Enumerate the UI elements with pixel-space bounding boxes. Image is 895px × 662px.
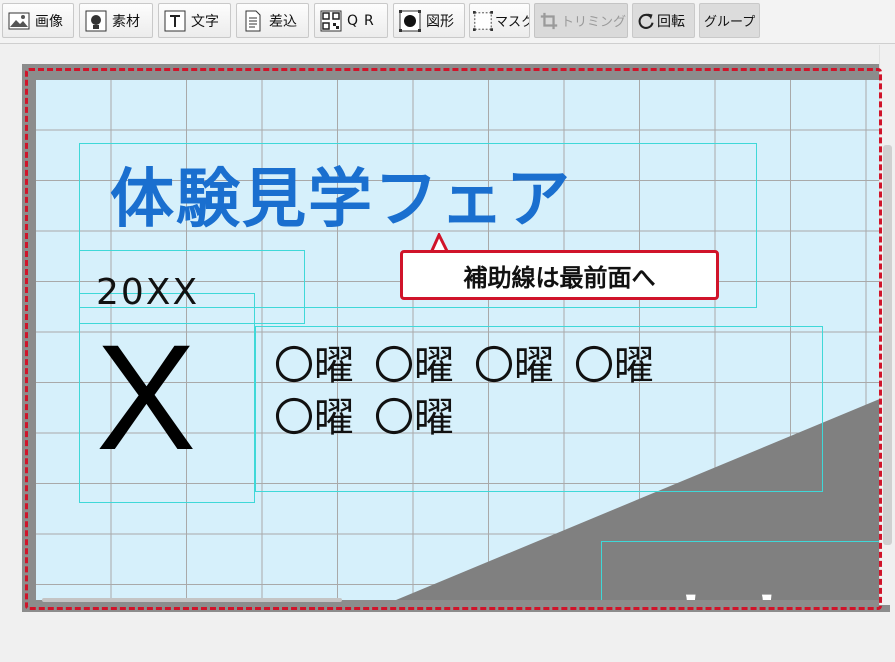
merge-button[interactable]: 差込 [236,3,309,38]
editor-area: 体験見学フェア 20XX X 〇曜〇曜〇曜〇曜 〇曜〇曜 ナナ [0,45,895,662]
vertical-scroll-thumb[interactable] [883,145,892,545]
toolbar: 画像 素材 文字 差込 QR 図形 マス トリミング 回転 グループ [0,0,895,44]
left-margin [0,90,22,662]
event-title[interactable]: 体験見学フェア [110,148,572,240]
image-icon [8,12,30,29]
qr-icon [320,10,342,31]
material-button[interactable]: 素材 [79,3,153,38]
merge-icon [245,10,261,31]
material-icon [85,10,107,31]
text-button-label: 文字 [191,13,219,30]
horizontal-scroll-thumb[interactable] [42,598,342,602]
qr-button[interactable]: QR [314,3,388,38]
group-button[interactable]: グループ [699,3,760,38]
callout-text: 補助線は最前面へ [463,263,656,292]
shape-button-label: 図形 [426,13,454,30]
day-item: 〇曜 [274,395,354,441]
text-button[interactable]: 文字 [158,3,231,38]
design-canvas[interactable]: 体験見学フェア 20XX X 〇曜〇曜〇曜〇曜 〇曜〇曜 ナナ [36,80,882,600]
days-line-2: 〇曜 〇曜 [274,392,674,444]
merge-button-label: 差込 [269,13,297,30]
trimming-button[interactable]: トリミング [534,3,628,38]
days-text[interactable]: 〇曜 〇曜 〇曜 〇曜 〇曜 〇曜 [274,340,674,444]
image-button-label: 画像 [35,13,63,30]
shape-icon [399,9,421,32]
image-button[interactable]: 画像 [2,3,74,38]
days-line-1: 〇曜 〇曜 〇曜 〇曜 [274,340,674,392]
crop-icon [540,12,558,29]
text-icon [164,10,186,31]
mask-button-label: マスク [495,15,529,30]
qr-button-label: QR [347,12,380,29]
day-item: 〇曜 [374,395,454,441]
day-item: 〇曜 [374,343,454,389]
canvas-stage: 体験見学フェア 20XX X 〇曜〇曜〇曜〇曜 〇曜〇曜 ナナ [22,64,890,612]
horizontal-scrollbar[interactable] [22,596,862,604]
day-item: 〇曜 [574,343,654,389]
rotate-button[interactable]: 回転 [632,3,695,38]
day-item: 〇曜 [474,343,554,389]
trimming-button-label: トリミング [561,15,627,30]
rotate-button-label: 回転 [657,13,685,30]
year-text[interactable]: 20XX [96,272,199,313]
callout-box: 補助線は最前面へ [400,250,719,300]
shape-button[interactable]: 図形 [393,3,465,38]
day-item: 〇曜 [274,343,354,389]
mask-icon [473,10,493,31]
mask-button[interactable]: マスク [469,3,530,38]
material-button-label: 素材 [112,13,140,30]
group-button-label: グループ [704,15,756,30]
month-text[interactable]: X [96,322,196,472]
vertical-scrollbar[interactable] [879,45,895,605]
rotate-icon [638,13,654,29]
